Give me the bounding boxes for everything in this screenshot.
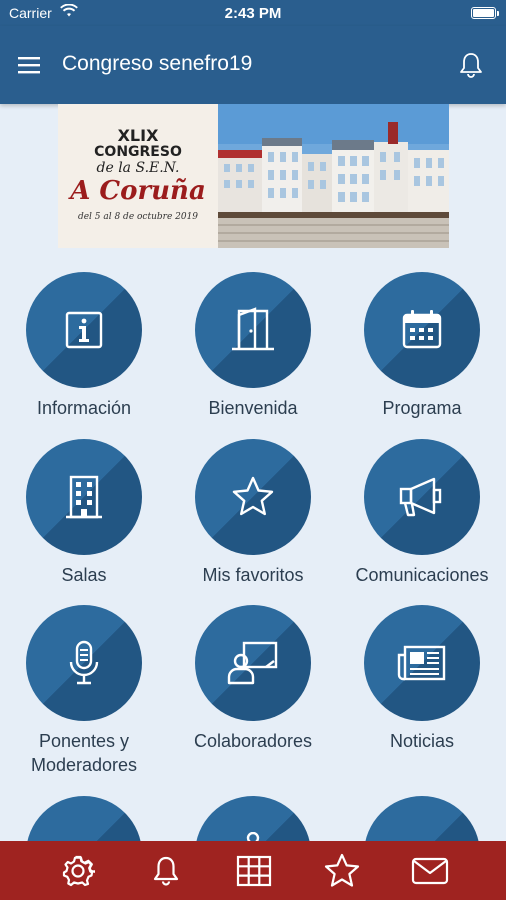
menu-grid: Información Bienvenida Programa Salas Mi… [0, 272, 506, 842]
status-bar: Carrier 2:43 PM [0, 0, 506, 26]
bell-icon [153, 856, 178, 886]
star-icon [324, 853, 359, 887]
tile-circle[interactable] [364, 439, 480, 555]
tile-circle[interactable] [364, 605, 480, 721]
star-icon [232, 476, 274, 516]
presenter-icon [227, 641, 278, 685]
mail-icon [411, 857, 448, 884]
tile-circle[interactable] [195, 439, 311, 555]
tile-circle[interactable] [26, 272, 142, 388]
tile-label: Programa [382, 398, 462, 418]
tile-circle[interactable] [364, 272, 480, 388]
tab-favorites[interactable] [291, 841, 392, 900]
tab-grid[interactable] [203, 841, 304, 900]
grid-icon [236, 855, 271, 886]
tile-label: Colaboradores [193, 731, 313, 751]
banner-dates: del 5 al 8 de octubre 2019 [77, 212, 199, 222]
microphone-icon [69, 640, 99, 685]
app-header: Congreso senefro19 [0, 26, 506, 104]
tile-label: Bienvenida [208, 398, 298, 418]
tile-informacion[interactable]: Información [0, 272, 168, 420]
tile-circle[interactable] [364, 796, 480, 842]
tile-row4-1[interactable] [0, 796, 168, 842]
tile-row4-3[interactable] [338, 796, 506, 842]
tile-circle[interactable] [195, 796, 311, 842]
banner-edition: XLIX [117, 126, 159, 145]
tab-messages[interactable] [379, 841, 480, 900]
hamburger-menu-icon[interactable] [14, 50, 44, 80]
settings-icon [62, 855, 95, 886]
tile-circle[interactable] [195, 605, 311, 721]
tile-circle[interactable] [26, 605, 142, 721]
tab-notifications[interactable] [115, 841, 216, 900]
page-title: Congreso senefro19 [62, 52, 253, 75]
tile-label: Ponentes y Moderadores [30, 731, 138, 775]
tile-label: Noticias [389, 731, 455, 751]
tile-noticias[interactable]: Noticias [338, 605, 506, 753]
banner-society: de la S.E.N. [96, 160, 180, 176]
tile-mis-favoritos[interactable]: Mis favoritos [169, 439, 337, 587]
calendar-icon [402, 310, 442, 349]
battery-icon [471, 7, 499, 19]
tile-circle[interactable] [195, 272, 311, 388]
tile-circle[interactable] [26, 439, 142, 555]
tile-circle[interactable] [26, 796, 142, 842]
door-icon [232, 307, 274, 351]
banner-city: A Coruña [70, 176, 206, 206]
city-photo [218, 104, 449, 248]
banner-text-panel: XLIX CONGRESO de la S.E.N. A Coruña del … [58, 104, 218, 248]
building-icon [66, 475, 102, 519]
tile-row4-2[interactable] [169, 796, 337, 842]
tile-salas[interactable]: Salas [0, 439, 168, 587]
tile-comunicaciones[interactable]: Comunicaciones [338, 439, 506, 587]
tile-ponentes[interactable]: Ponentes y Moderadores [0, 605, 168, 777]
clock: 2:43 PM [224, 5, 282, 22]
tile-label: Comunicaciones [355, 565, 489, 585]
bottom-tab-bar [0, 841, 506, 900]
newspaper-icon [397, 645, 446, 681]
tile-label: Información [36, 398, 132, 418]
banner-congress: CONGRESO [94, 144, 182, 160]
bell-icon[interactable] [456, 50, 486, 80]
tile-label: Mis favoritos [202, 565, 304, 585]
tile-label: Salas [61, 565, 107, 585]
tile-colaboradores[interactable]: Colaboradores [169, 605, 337, 753]
info-icon [65, 311, 103, 349]
congress-banner[interactable]: XLIX CONGRESO de la S.E.N. A Coruña del … [58, 104, 449, 248]
tile-programa[interactable]: Programa [338, 272, 506, 420]
tile-bienvenida[interactable]: Bienvenida [169, 272, 337, 420]
megaphone-icon [399, 477, 442, 517]
tab-settings[interactable] [27, 841, 128, 900]
